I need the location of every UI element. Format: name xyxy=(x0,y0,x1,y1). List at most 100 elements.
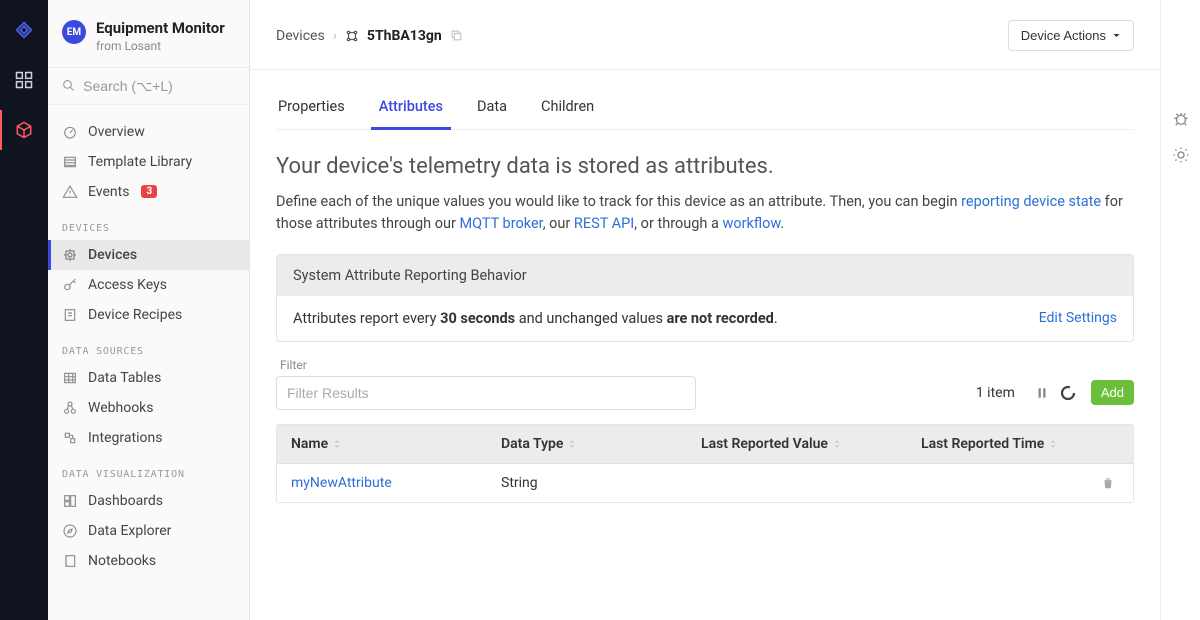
nav-data-tables[interactable]: Data Tables xyxy=(48,363,249,393)
add-button[interactable]: Add xyxy=(1091,380,1134,405)
sort-icon xyxy=(332,438,342,450)
filter-row: 1 item Add xyxy=(276,376,1134,410)
edit-settings-link[interactable]: Edit Settings xyxy=(1039,310,1117,326)
brand-logo-icon[interactable] xyxy=(8,14,40,46)
breadcrumb-row: Devices › 5ThBA13gn Device Actions xyxy=(250,0,1160,70)
nav-dashboards[interactable]: Dashboards xyxy=(48,486,249,516)
nav-heading-devices: DEVICES xyxy=(48,207,249,240)
nav-label: Dashboards xyxy=(88,493,163,509)
th-last-time[interactable]: Last Reported Time xyxy=(907,425,1087,463)
right-rail xyxy=(1160,0,1200,620)
th-lrt-label: Last Reported Time xyxy=(921,436,1044,452)
sb-mid: and unchanged values xyxy=(515,310,666,327)
tab-properties[interactable]: Properties xyxy=(276,88,347,129)
nav-label: Data Tables xyxy=(88,370,161,386)
intro-post: . xyxy=(780,215,784,232)
sb-bold2: are not recorded xyxy=(667,310,774,327)
device-actions-button[interactable]: Device Actions xyxy=(1008,20,1134,51)
tabs: Properties Attributes Data Children xyxy=(276,70,1134,130)
nav-events[interactable]: Events 3 xyxy=(48,177,249,207)
th-last-value[interactable]: Last Reported Value xyxy=(687,425,907,463)
breadcrumb-root[interactable]: Devices xyxy=(276,28,325,44)
table-row: myNewAttribute String xyxy=(277,464,1133,502)
intro-mid3: , or through a xyxy=(634,215,722,232)
filter-input[interactable] xyxy=(276,376,696,410)
cube-icon[interactable] xyxy=(8,114,40,146)
th-name[interactable]: Name xyxy=(277,425,487,463)
th-type[interactable]: Data Type xyxy=(487,425,687,463)
th-lrv-label: Last Reported Value xyxy=(701,436,828,452)
sb-bold1: 30 seconds xyxy=(440,310,515,327)
link-mqtt[interactable]: MQTT broker xyxy=(460,215,543,232)
app-header: EM Equipment Monitor from Losant xyxy=(48,0,249,67)
apps-grid-icon[interactable] xyxy=(8,64,40,96)
attribute-lrv xyxy=(687,472,907,494)
table-header: Name Data Type Last Reported Value Last … xyxy=(277,425,1133,464)
notebook-icon xyxy=(62,553,78,569)
plug-icon xyxy=(62,430,78,446)
nav-devices[interactable]: Devices xyxy=(48,240,249,270)
nav-webhooks[interactable]: Webhooks xyxy=(48,393,249,423)
nav-overview[interactable]: Overview xyxy=(48,117,249,147)
bug-icon[interactable] xyxy=(1172,110,1190,128)
filter-label: Filter xyxy=(276,350,1134,376)
nav-label: Notebooks xyxy=(88,553,156,569)
nav-label: Template Library xyxy=(88,154,192,170)
th-actions xyxy=(1087,425,1133,463)
nav-label: Device Recipes xyxy=(88,307,182,323)
nav-label: Devices xyxy=(88,247,137,263)
sort-icon xyxy=(832,438,842,450)
key-icon xyxy=(62,277,78,293)
link-workflow[interactable]: workflow xyxy=(722,215,780,232)
nav-access-keys[interactable]: Access Keys xyxy=(48,270,249,300)
intro-text: Define each of the unique values you wou… xyxy=(276,191,1134,254)
nav-data-explorer[interactable]: Data Explorer xyxy=(48,516,249,546)
main: Devices › 5ThBA13gn Device Actions Prope… xyxy=(250,0,1160,620)
nav-list: Overview Template Library Events 3 DEVIC… xyxy=(48,105,249,596)
attributes-table: Name Data Type Last Reported Value Last … xyxy=(276,424,1134,503)
nav-label: Overview xyxy=(88,124,145,140)
tab-children[interactable]: Children xyxy=(539,88,596,129)
system-attribute-box: System Attribute Reporting Behavior Attr… xyxy=(276,254,1134,342)
refresh-spinner-icon[interactable] xyxy=(1059,384,1077,402)
nav-notebooks[interactable]: Notebooks xyxy=(48,546,249,576)
link-rest[interactable]: REST API xyxy=(574,215,634,232)
gear-cycle-icon[interactable] xyxy=(1172,146,1190,164)
nav-label: Data Explorer xyxy=(88,523,171,539)
copy-icon[interactable] xyxy=(450,29,463,42)
chip-icon xyxy=(62,247,78,263)
th-type-label: Data Type xyxy=(501,436,563,452)
attribute-type: String xyxy=(487,464,687,502)
sidebar-search[interactable] xyxy=(48,67,249,105)
intro-mid2: , our xyxy=(543,215,574,232)
nav-heading-data-sources: DATA SOURCES xyxy=(48,330,249,363)
alert-icon xyxy=(62,184,78,200)
nav-integrations[interactable]: Integrations xyxy=(48,423,249,453)
tab-attributes[interactable]: Attributes xyxy=(377,88,445,129)
library-icon xyxy=(62,154,78,170)
app-badge: EM xyxy=(62,20,86,44)
caret-down-icon xyxy=(1112,31,1121,40)
webhook-icon xyxy=(62,400,78,416)
search-input[interactable] xyxy=(83,78,235,94)
tab-data[interactable]: Data xyxy=(475,88,509,129)
attribute-lrt xyxy=(907,472,1087,494)
pause-icon[interactable] xyxy=(1035,386,1049,400)
item-count: 1 item xyxy=(976,385,1015,401)
recipe-icon xyxy=(62,307,78,323)
nav-template-library[interactable]: Template Library xyxy=(48,147,249,177)
gauge-icon xyxy=(62,124,78,140)
nav-label: Events xyxy=(88,184,129,200)
nav-device-recipes[interactable]: Device Recipes xyxy=(48,300,249,330)
trash-icon[interactable] xyxy=(1101,476,1119,490)
nav-label: Webhooks xyxy=(88,400,154,416)
link-reporting-state[interactable]: reporting device state xyxy=(961,193,1101,210)
nav-label: Access Keys xyxy=(88,277,167,293)
events-badge: 3 xyxy=(141,185,157,198)
nav-heading-data-viz: DATA VISUALIZATION xyxy=(48,453,249,486)
icon-rail xyxy=(0,0,48,620)
search-icon xyxy=(62,78,75,93)
app-subtitle: from Losant xyxy=(96,39,225,53)
breadcrumb-current: 5ThBA13gn xyxy=(367,28,442,44)
attribute-name-link[interactable]: myNewAttribute xyxy=(291,475,392,491)
